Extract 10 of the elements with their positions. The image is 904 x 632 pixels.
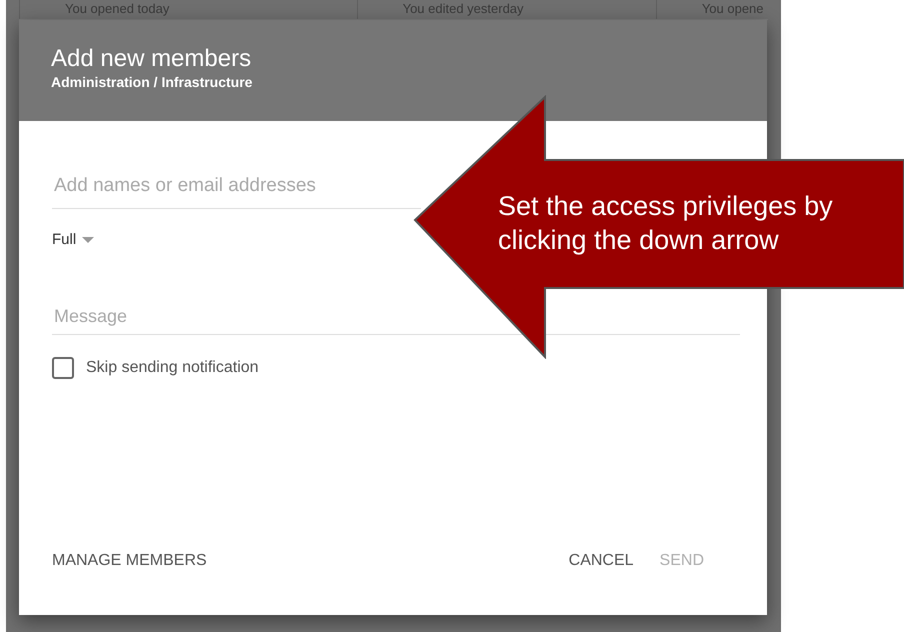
access-dropdown[interactable]: Full [52, 231, 94, 248]
names-input-field[interactable]: Add names or email addresses [52, 164, 421, 209]
caret-icon [82, 236, 94, 242]
text-button[interactable]: MANAGE MEMBERS [52, 552, 207, 570]
dialog-subtitle: Administration / Infrastructure [51, 73, 252, 91]
callout-text: Set the access privileges by clicking the down arrow [498, 190, 834, 257]
checkbox[interactable] [52, 357, 74, 379]
dialog-title: Add new members [51, 45, 252, 73]
checkbox-label: Skip sending notification [86, 359, 259, 377]
text-button[interactable]: CANCEL [568, 552, 634, 570]
